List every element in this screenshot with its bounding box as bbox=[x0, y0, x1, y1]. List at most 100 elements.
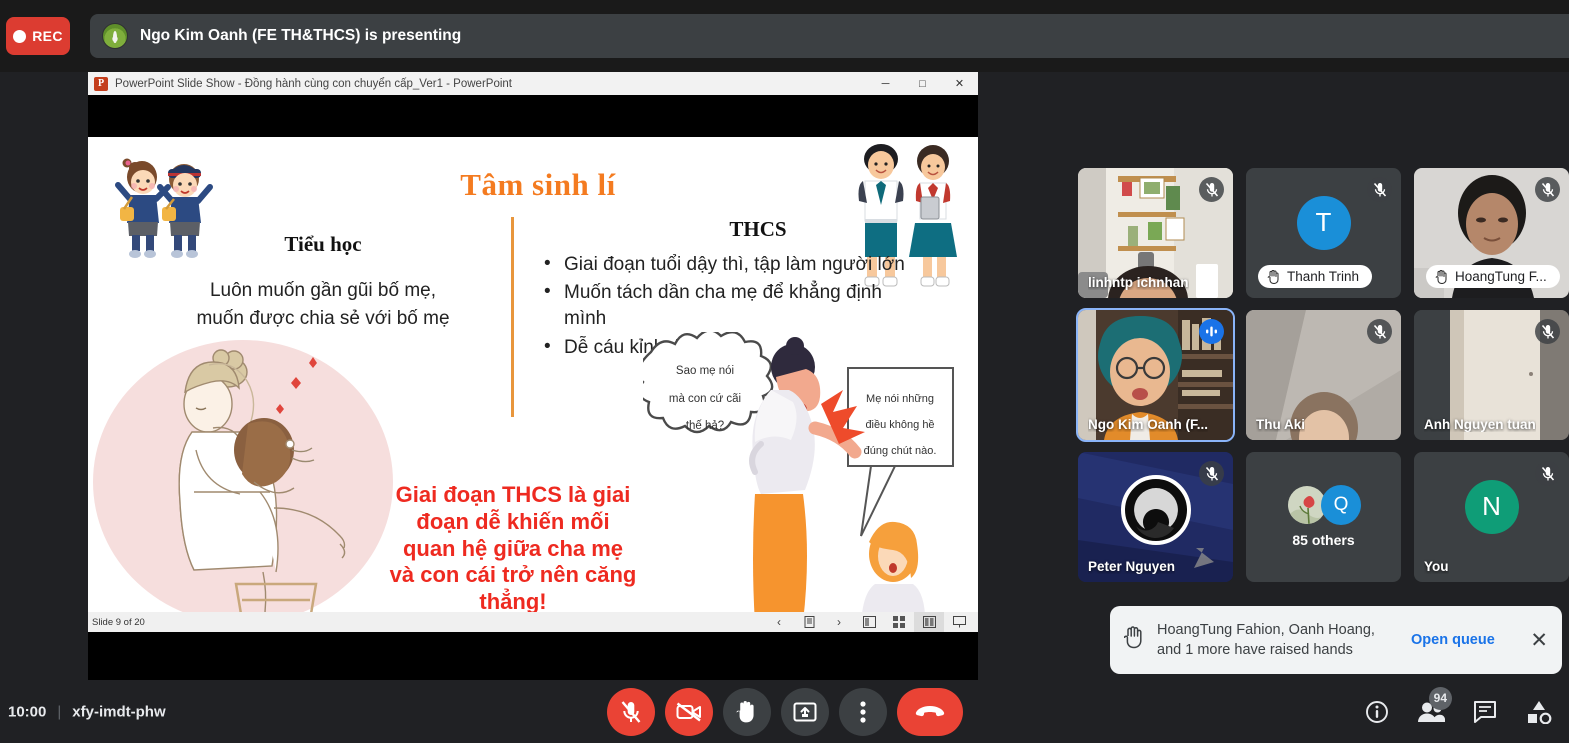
participant-tile[interactable]: linhntp ichnhan bbox=[1078, 168, 1233, 298]
slide-right-heading: THCS bbox=[729, 217, 787, 241]
meeting-code-label: xfy-imdt-phw bbox=[72, 703, 166, 720]
slide-show-icon[interactable] bbox=[944, 612, 974, 632]
powerpoint-slide-area[interactable]: Tâm sinh lí Tiểu học THCS Luôn muốn gần … bbox=[88, 95, 978, 680]
bubble-mother-line3: thế hả? bbox=[686, 420, 724, 432]
mic-muted-icon bbox=[1367, 177, 1392, 202]
powerpoint-slideshow-window: P PowerPoint Slide Show - Đồng hành cùng… bbox=[88, 72, 978, 680]
participant-tile[interactable]: Anh Nguyen tuan bbox=[1414, 310, 1569, 440]
others-count-label: 85 others bbox=[1292, 532, 1355, 548]
presenter-avatar bbox=[102, 23, 128, 49]
slide-pen-icon[interactable] bbox=[794, 612, 824, 632]
slide-nav-icons: ‹ › bbox=[764, 612, 978, 632]
participant-tile-self[interactable]: N You bbox=[1414, 452, 1569, 582]
bubble-child-line1: Mẹ nói những bbox=[866, 393, 934, 405]
more-options-button[interactable] bbox=[838, 687, 887, 736]
presenting-label: Ngo Kim Oanh (FE TH&THCS) is presenting bbox=[140, 27, 462, 44]
mic-muted-icon bbox=[1535, 177, 1560, 202]
end-call-button[interactable] bbox=[896, 687, 963, 736]
close-icon[interactable]: ✕ bbox=[941, 72, 978, 95]
slide-bullet-item: Giai đoạn tuổi dậy thì, tập làm người lớ… bbox=[538, 251, 918, 278]
participant-count-badge: 94 bbox=[1428, 686, 1452, 710]
bubble-mother-line1: Sao mẹ nói bbox=[676, 365, 734, 377]
slide-red-callout: Giai đoạn THCS là giai đoạn dễ khiến mối… bbox=[389, 482, 637, 615]
top-presenting-bar: REC Ngo Kim Oanh (FE TH&THCS) is present… bbox=[0, 0, 1569, 72]
raised-hand-icon bbox=[1123, 626, 1145, 654]
mic-muted-icon bbox=[1535, 461, 1560, 486]
participant-name: Anh Nguyen tuan bbox=[1424, 417, 1536, 432]
participant-tile[interactable]: Peter Nguyen bbox=[1078, 452, 1233, 582]
toast-message: HoangTung Fahion, Oanh Hoang, and 1 more… bbox=[1157, 621, 1375, 658]
participant-name: Thanh Trinh bbox=[1287, 269, 1360, 284]
bubble-child-line2: điều không hề bbox=[865, 419, 934, 431]
participant-name: Ngo Kim Oanh (F... bbox=[1088, 417, 1208, 432]
speaking-indicator-icon bbox=[1199, 319, 1224, 344]
raised-hands-toast: HoangTung Fahion, Oanh Hoang, and 1 more… bbox=[1110, 606, 1562, 674]
participant-name: Peter Nguyen bbox=[1088, 559, 1176, 574]
participant-name: HoangTung F... bbox=[1455, 269, 1547, 284]
window-buttons: ─ □ ✕ bbox=[867, 72, 978, 95]
participant-name: Thu Aki bbox=[1256, 417, 1305, 432]
slide-title: Tâm sinh lí bbox=[460, 167, 616, 202]
previous-slide-icon[interactable]: ‹ bbox=[764, 612, 794, 632]
raised-hand-icon bbox=[1435, 269, 1447, 284]
participant-tile[interactable]: Thu Aki bbox=[1246, 310, 1401, 440]
primary-school-kids-illustration bbox=[115, 158, 213, 258]
participant-name-pill: Thanh Trinh bbox=[1258, 265, 1373, 288]
separator: | bbox=[57, 703, 62, 720]
normal-view-icon[interactable] bbox=[854, 612, 884, 632]
others-avatar-initial: Q bbox=[1321, 485, 1361, 525]
meeting-details-button[interactable] bbox=[1355, 690, 1399, 734]
powerpoint-title-bar: P PowerPoint Slide Show - Đồng hành cùng… bbox=[88, 72, 978, 95]
open-queue-link[interactable]: Open queue bbox=[1411, 632, 1495, 648]
participant-name: You bbox=[1424, 559, 1449, 574]
mic-muted-icon bbox=[1199, 177, 1224, 202]
slide-sorter-icon[interactable] bbox=[884, 612, 914, 632]
slide-left-text: Luôn muốn gần gũi bố mẹ, muốn được chia s… bbox=[196, 280, 450, 329]
avatar: N bbox=[1464, 479, 1519, 534]
activities-button[interactable] bbox=[1517, 690, 1561, 734]
participant-tile[interactable]: HoangTung F... bbox=[1414, 168, 1569, 298]
present-screen-button[interactable] bbox=[780, 687, 829, 736]
slide-left-heading: Tiểu học bbox=[284, 232, 362, 256]
meeting-right-icons: 94 bbox=[1355, 686, 1561, 734]
mother-hugging-daughter-illustration bbox=[93, 340, 393, 632]
slide-canvas[interactable]: Tâm sinh lí Tiểu học THCS Luôn muốn gần … bbox=[88, 137, 978, 632]
slide-bullet-item: Muốn tách dần cha mẹ để khẳng định mình bbox=[538, 279, 918, 332]
recording-indicator: REC bbox=[6, 17, 70, 55]
participant-name-pill: HoangTung F... bbox=[1426, 265, 1560, 288]
reading-view-icon[interactable] bbox=[914, 612, 944, 632]
participant-tile[interactable]: T Thanh Trinh bbox=[1246, 168, 1401, 298]
bubble-mother-line2: mà con cứ cãi bbox=[669, 393, 741, 405]
next-slide-icon[interactable]: › bbox=[824, 612, 854, 632]
others-tile[interactable]: Q 85 others bbox=[1246, 452, 1401, 582]
powerpoint-window-title: PowerPoint Slide Show - Đồng hành cùng c… bbox=[115, 77, 512, 90]
mic-muted-icon bbox=[1535, 319, 1560, 344]
show-everyone-button[interactable]: 94 bbox=[1409, 686, 1453, 734]
meeting-bottom-bar: 10:00 | xfy-imdt-phw 94 bbox=[0, 680, 1569, 743]
powerpoint-logo-icon: P bbox=[94, 76, 108, 91]
presenting-banner[interactable]: Ngo Kim Oanh (FE TH&THCS) is presenting bbox=[90, 14, 1569, 58]
close-icon[interactable]: ✕ bbox=[1530, 630, 1548, 651]
bubble-child-line3: đúng chút nào. bbox=[864, 445, 937, 457]
mic-muted-icon bbox=[1367, 319, 1392, 344]
microphone-off-button[interactable] bbox=[606, 687, 655, 736]
slide-counter: Slide 9 of 20 bbox=[92, 616, 145, 628]
record-dot-icon bbox=[13, 29, 27, 43]
clock-label: 10:00 bbox=[8, 703, 47, 720]
camera-off-button[interactable] bbox=[664, 687, 713, 736]
rec-label: REC bbox=[32, 28, 63, 44]
chat-button[interactable] bbox=[1463, 690, 1507, 734]
avatar: T bbox=[1296, 195, 1351, 250]
meeting-info: 10:00 | xfy-imdt-phw bbox=[8, 703, 166, 720]
raised-hand-icon bbox=[1267, 269, 1279, 284]
participant-name: linhntp ichnhan bbox=[1088, 275, 1189, 290]
mic-muted-icon bbox=[1199, 461, 1224, 486]
slide-status-bar: Slide 9 of 20 ‹ › bbox=[88, 612, 978, 632]
slide-column-divider bbox=[511, 217, 514, 417]
minimize-icon[interactable]: ─ bbox=[867, 72, 904, 95]
arguing-mother-child-illustration: Sao mẹ nói mà con cứ cãi thế hả? Mẹ nói … bbox=[643, 332, 954, 632]
participant-tile-active-speaker[interactable]: Ngo Kim Oanh (F... bbox=[1076, 308, 1235, 442]
maximize-icon[interactable]: □ bbox=[904, 72, 941, 95]
meeting-controls bbox=[606, 687, 963, 736]
raise-hand-button[interactable] bbox=[722, 687, 771, 736]
